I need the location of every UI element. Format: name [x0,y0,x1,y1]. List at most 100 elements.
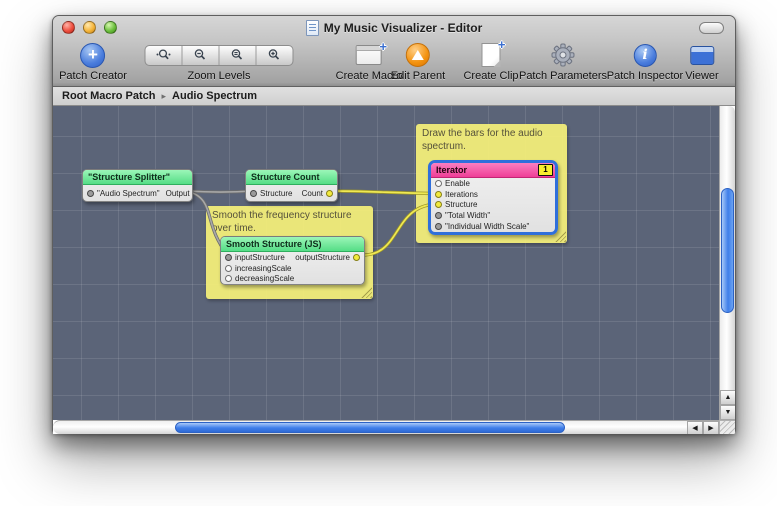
node-smooth-structure-js[interactable]: Smooth Structure (JS) inputStructure out… [220,236,365,285]
toolbar-item-edit-parent[interactable]: Edit Parent [391,41,445,82]
node-title: Structure Count [246,170,337,185]
toolbar-label: Patch Inspector [607,70,683,82]
node-iterator[interactable]: Iterator 1 Enable Iterations Structure [428,160,558,235]
note-text: Smooth the frequency structure over time… [212,210,352,234]
zoom-button[interactable] [104,21,117,34]
port-label: "Individual Width Scale" [445,222,529,231]
vertical-scrollbar[interactable]: ▲ ▼ [719,106,735,420]
scroll-right-icon: ▶ [708,424,713,432]
traffic-lights [62,21,117,34]
toolbar-label: Zoom Levels [145,70,294,82]
horizontal-scrollbar[interactable]: ◀ ▶ [53,420,719,434]
zoom-actual-size-button[interactable] [146,46,183,65]
create-clip-icon: + [482,43,501,67]
window-chrome: My Music Visualizer - Editor + Patch Cre… [53,16,735,87]
zoom-in-button[interactable] [257,46,293,65]
toolbar-label: Patch Creator [59,70,127,82]
toolbar-item-patch-parameters[interactable]: Patch Parameters [519,41,607,82]
wire-output-to-structure[interactable] [187,191,253,192]
scroll-down-button[interactable]: ▼ [720,405,735,420]
node-title: Iterator [436,163,467,177]
window-title-text: My Music Visualizer - Editor [324,21,482,35]
port-label: Output [166,189,190,198]
toolbar-item-zoom-levels: Zoom Levels [145,41,294,82]
toolbar-item-create-clip[interactable]: + Create Clip [463,41,518,82]
note-text: Draw the bars for the audio spectrum. [422,128,543,152]
zoom-levels-segmented-control [145,45,294,66]
window-resize-grip[interactable] [719,420,735,434]
input-port-inputstructure[interactable] [225,254,232,261]
edit-parent-icon [406,43,430,67]
output-port-count[interactable] [326,190,333,197]
viewer-icon [690,46,714,65]
node-structure-splitter[interactable]: "Structure Splitter" "Audio Spectrum" Ou… [82,169,193,202]
input-port-increasingscale[interactable] [225,265,232,272]
input-port-iterations[interactable] [435,191,442,198]
scroll-down-icon: ▼ [725,409,732,416]
port-label: decreasingScale [235,274,294,283]
input-port-decreasingscale[interactable] [225,275,232,282]
node-title-bar: Iterator 1 [431,163,555,178]
window-title: My Music Visualizer - Editor [306,20,482,36]
canvas-area: Smooth the frequency structure over time… [53,106,735,434]
editor-window: My Music Visualizer - Editor + Patch Cre… [52,15,736,433]
close-button[interactable] [62,21,75,34]
input-port-structure[interactable] [435,201,442,208]
port-label: Iterations [445,190,478,199]
node-title: Smooth Structure (JS) [221,237,364,252]
node-title: "Structure Splitter" [83,170,192,185]
note-resize-grip[interactable] [361,287,372,298]
node-structure-count[interactable]: Structure Count Structure Count [245,169,338,202]
toolbar-toggle-button[interactable] [699,22,724,34]
horizontal-scrollbar-thumb[interactable] [175,422,565,433]
zoom-actual-size-icon [156,48,172,62]
input-port-structure[interactable] [250,190,257,197]
port-label: Structure [445,200,477,209]
port-label: Enable [445,179,470,188]
toolbar-item-patch-inspector[interactable]: i Patch Inspector [607,41,683,82]
breadcrumb-item-audio-spectrum[interactable]: Audio Spectrum [172,90,257,102]
input-port-audio-spectrum[interactable] [87,190,94,197]
scroll-right-button[interactable]: ▶ [703,421,719,434]
toolbar-label: Patch Parameters [519,70,607,82]
create-macro-icon: + [356,45,382,65]
scroll-up-button[interactable]: ▲ [720,390,735,405]
zoom-in-icon [267,48,283,62]
scroll-left-button[interactable]: ◀ [687,421,703,434]
patch-canvas[interactable]: Smooth the frequency structure over time… [53,106,719,420]
toolbar-item-viewer[interactable]: Viewer [685,41,718,82]
document-icon [306,20,319,36]
port-label: Count [302,189,323,198]
toolbar-item-patch-creator[interactable]: + Patch Creator [59,41,127,82]
titlebar[interactable]: My Music Visualizer - Editor [53,16,735,39]
breadcrumb-separator-icon: ▸ [162,91,167,102]
vertical-scrollbar-thumb[interactable] [721,188,734,313]
port-label: increasingScale [235,264,291,273]
patch-inspector-icon: i [634,44,657,67]
output-port-outputstructure[interactable] [353,254,360,261]
gear-icon [550,42,576,68]
port-label: "Audio Spectrum" [97,189,160,198]
breadcrumb-item-root-macro-patch[interactable]: Root Macro Patch [62,90,156,102]
toolbar-label: Create Clip [463,70,518,82]
scroll-left-icon: ◀ [692,424,697,432]
toolbar-label: Viewer [685,70,718,82]
input-port-enable[interactable] [435,180,442,187]
note-resize-grip[interactable] [555,231,566,242]
input-port-individual-width-scale[interactable] [435,223,442,230]
iteration-count-badge: 1 [538,164,553,176]
patch-creator-icon: + [81,43,106,68]
zoom-fit-icon [230,48,246,62]
toolbar-label: Edit Parent [391,70,445,82]
port-label: inputStructure [235,253,285,262]
zoom-out-button[interactable] [183,46,220,65]
input-port-total-width[interactable] [435,212,442,219]
zoom-out-icon [193,48,209,62]
port-label: Structure [260,189,292,198]
toolbar: + Patch Creator [53,39,735,86]
zoom-fit-button[interactable] [220,46,257,65]
connection-wires [53,106,719,420]
scroll-up-icon: ▲ [725,394,732,401]
breadcrumb: Root Macro Patch ▸ Audio Spectrum [53,87,735,106]
minimize-button[interactable] [83,21,96,34]
